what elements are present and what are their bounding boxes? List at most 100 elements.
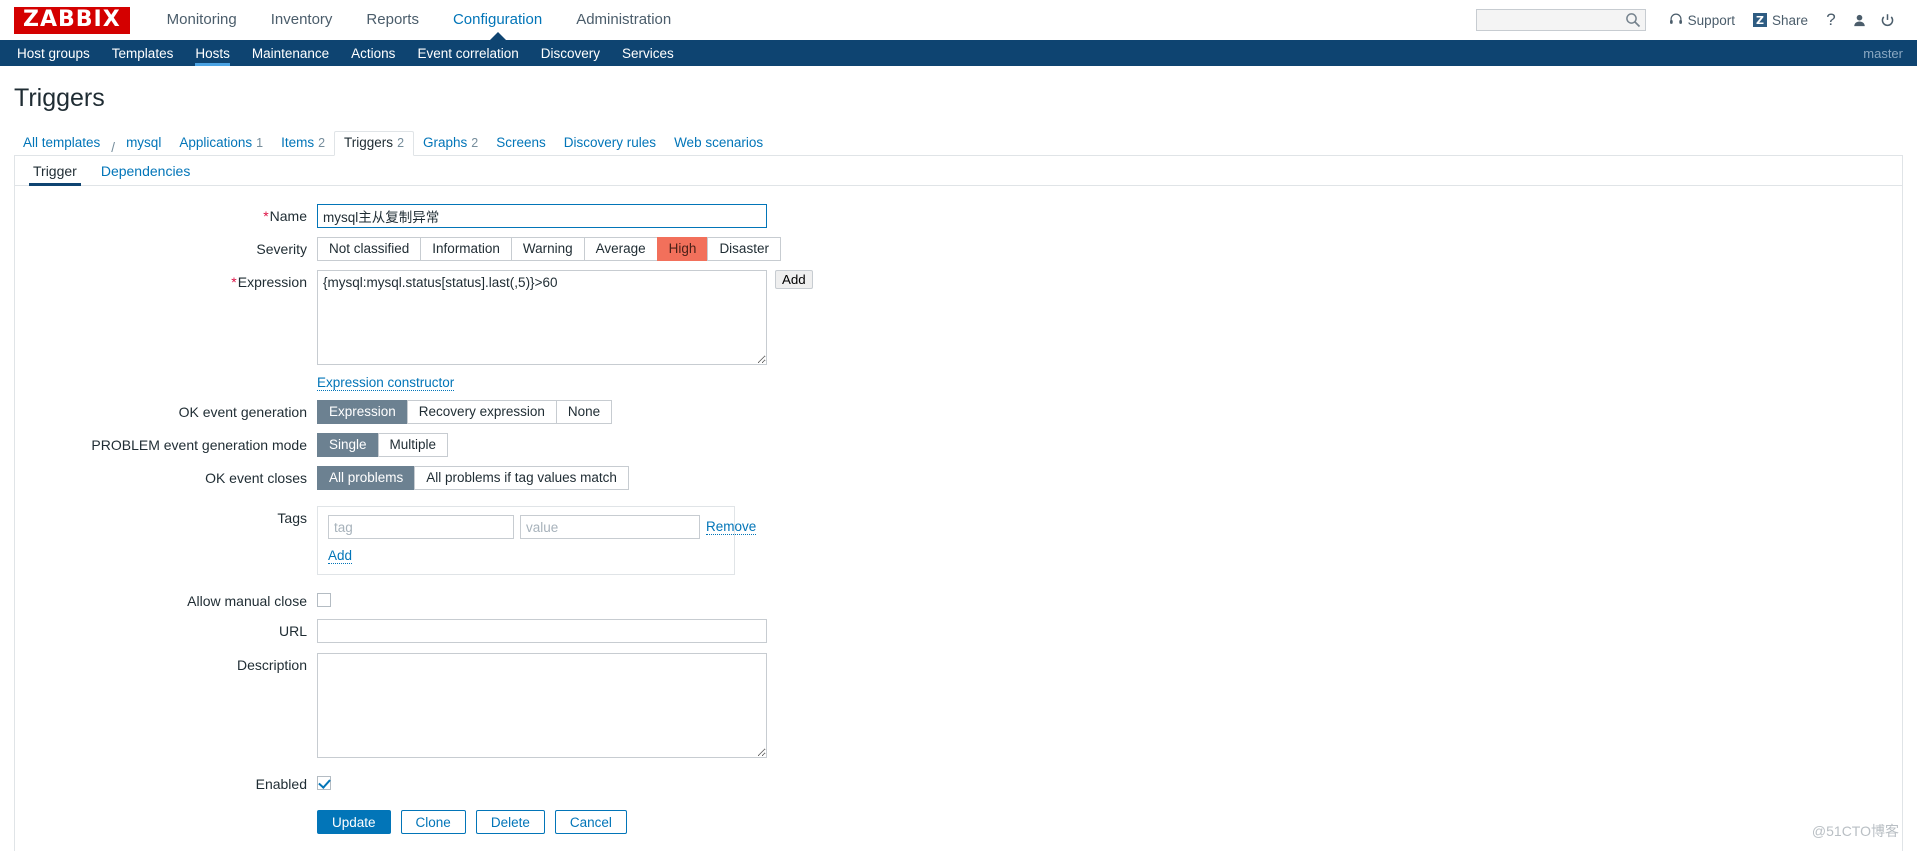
current-user-label: master [1863,45,1903,61]
breadcrumb-web-scenarios[interactable]: Web scenarios [665,132,772,155]
description-label: Description [236,657,307,673]
severity-segmented-buttons: Not classified Information Warning Avera… [317,237,781,261]
share-label: Share [1771,12,1808,28]
subnav-item-services[interactable]: Services [611,40,685,66]
ok-event-generation-option-none[interactable]: None [555,400,613,424]
cancel-button[interactable]: Cancel [554,810,627,834]
subnav-item-discovery[interactable]: Discovery [530,40,611,66]
breadcrumb-host-mysql[interactable]: mysql [117,132,170,155]
subnav-item-event-correlation[interactable]: Event correlation [406,40,529,66]
zabbix-logo[interactable]: ZABBIX [14,6,130,34]
ok-event-generation-control: Expression Recovery expression None [317,400,613,424]
severity-option-average[interactable]: Average [583,237,657,261]
page-title: Triggers [14,84,105,112]
global-search[interactable] [1475,9,1646,31]
description-textarea[interactable] [317,653,767,758]
url-control [317,619,767,643]
breadcrumb-items[interactable]: Items 2 [272,132,334,155]
field-row-description: Description [15,653,1902,758]
field-row-enabled: Enabled [15,772,1902,792]
name-input[interactable] [317,204,767,228]
search-input[interactable] [1475,9,1646,31]
top-right-controls: Support Z Share ? [1475,6,1901,34]
tab-trigger[interactable]: Trigger [21,156,89,186]
breadcrumb-applications-label: Applications [179,135,253,150]
clone-button[interactable]: Clone [400,810,466,834]
ok-event-closes-control: All problems All problems if tag values … [317,466,629,490]
subnav-item-actions[interactable]: Actions [340,40,406,66]
subnav-item-hosts[interactable]: Hosts [184,40,241,66]
breadcrumb-triggers[interactable]: Triggers 2 [334,131,415,156]
tag-remove-link[interactable]: Remove [706,519,757,535]
nav-item-configuration[interactable]: Configuration [436,0,559,40]
ok-event-closes-option-all-problems[interactable]: All problems [317,466,415,490]
nav-item-administration[interactable]: Administration [559,0,688,40]
main-nav: Monitoring Inventory Reports Configurati… [150,0,689,40]
breadcrumb-graphs-label: Graphs [423,135,468,150]
ok-event-generation-option-expression[interactable]: Expression [317,400,407,424]
name-control [317,204,767,228]
support-link[interactable]: Support [1660,12,1744,29]
problem-event-generation-mode-option-multiple[interactable]: Multiple [377,433,449,457]
ok-event-generation-label: OK event generation [178,404,307,420]
power-icon[interactable] [1873,6,1901,34]
breadcrumb-all-templates[interactable]: All templates [14,132,109,155]
breadcrumb-discovery-rules[interactable]: Discovery rules [555,132,665,155]
headset-icon [1669,12,1683,29]
tag-name-input[interactable] [328,515,514,539]
severity-option-warning[interactable]: Warning [510,237,584,261]
field-row-allow-manual-close: Allow manual close [15,589,1902,609]
expression-add-button[interactable]: Add [775,270,813,289]
actions-spacer [15,810,317,814]
url-input[interactable] [317,619,767,643]
tab-dependencies[interactable]: Dependencies [89,156,203,185]
breadcrumb-applications[interactable]: Applications 1 [170,132,272,155]
breadcrumb-graphs[interactable]: Graphs 2 [414,132,487,155]
field-row-tags: Tags Remove Add [15,506,1902,575]
delete-button[interactable]: Delete [475,810,545,834]
expression-control: Expression constructor Add [317,270,813,391]
field-row-name: *Name [15,204,1902,228]
share-link[interactable]: Z Share [1744,13,1817,28]
tags-label: Tags [277,510,307,526]
ok-event-generation-segmented-buttons: Expression Recovery expression None [317,400,613,424]
field-row-severity: Severity Not classified Information Warn… [15,237,1902,261]
user-icon[interactable] [1845,6,1873,34]
subnav-item-maintenance[interactable]: Maintenance [241,40,340,66]
ok-event-closes-option-all-problems-if-tag-values-match[interactable]: All problems if tag values match [414,466,629,490]
subnav-item-templates[interactable]: Templates [101,40,185,66]
allow-manual-close-label: Allow manual close [187,593,307,609]
allow-manual-close-control [317,589,331,607]
field-row-problem-event-generation-mode: PROBLEM event generation mode Single Mul… [15,433,1902,457]
breadcrumb-separator: / [111,140,116,155]
watermark: @51CTO博客 [1811,823,1899,839]
severity-option-high[interactable]: High [656,237,708,261]
enabled-control [317,772,331,790]
field-row-url: URL [15,619,1902,643]
expression-textarea[interactable] [317,270,767,365]
ok-event-generation-option-recovery-expression[interactable]: Recovery expression [406,400,556,424]
help-icon[interactable]: ? [1817,6,1845,34]
severity-option-not-classified[interactable]: Not classified [317,237,421,261]
tags-control: Remove Add [317,506,757,575]
nav-item-reports[interactable]: Reports [349,0,436,40]
zabbix-share-icon: Z [1752,13,1767,27]
breadcrumb-screens[interactable]: Screens [487,132,555,155]
allow-manual-close-checkbox[interactable] [317,593,331,607]
enabled-checkbox[interactable] [317,776,331,790]
search-icon[interactable] [1625,12,1641,28]
severity-option-disaster[interactable]: Disaster [707,237,781,261]
trigger-form-card: Trigger Dependencies *Name Severity Not … [14,156,1903,851]
tag-add-link[interactable]: Add [328,548,353,564]
update-button[interactable]: Update [317,810,391,834]
subnav-item-host-groups[interactable]: Host groups [6,40,101,66]
problem-event-generation-mode-option-single[interactable]: Single [317,433,378,457]
nav-item-monitoring[interactable]: Monitoring [150,0,254,40]
name-label: *Name [15,204,317,224]
severity-option-information[interactable]: Information [420,237,511,261]
tag-value-input[interactable] [520,515,700,539]
nav-item-inventory[interactable]: Inventory [254,0,350,40]
ok-event-closes-label: OK event closes [205,470,307,486]
tags-box: Remove Add [317,506,757,575]
expression-constructor-link[interactable]: Expression constructor [317,375,455,391]
